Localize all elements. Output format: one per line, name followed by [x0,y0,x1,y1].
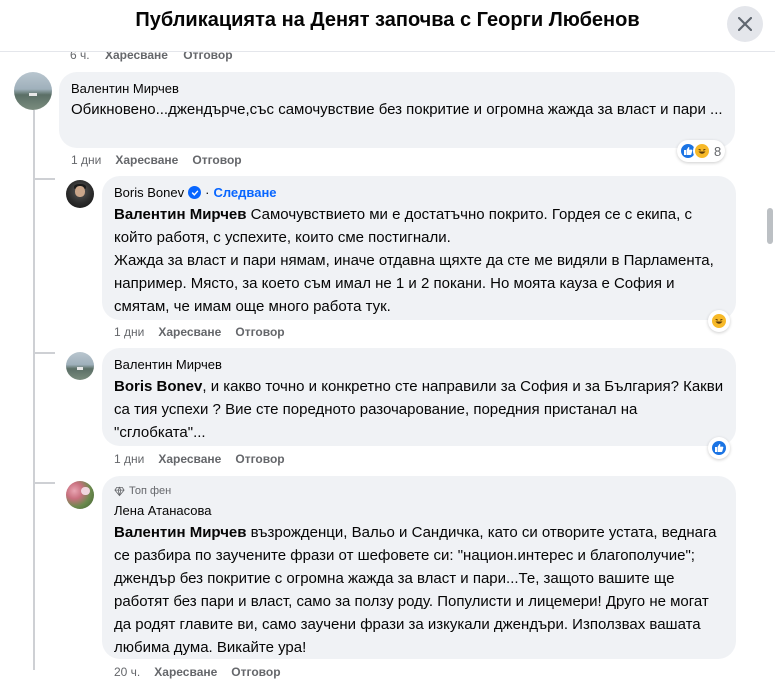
comment-author[interactable]: Boris Bonev [114,184,184,201]
haha-icon [693,142,711,160]
comment-text: Валентин Мирчев Самочувствието ми е дост… [114,203,724,318]
close-button[interactable] [727,6,763,42]
avatar[interactable] [66,352,94,380]
comment-time[interactable]: 1 дни [71,153,101,167]
comment-text: Обикновено...джендърче,със самочувствие … [71,101,723,118]
comment-actions: 20 ч. Харесване Отговор [114,665,281,679]
avatar[interactable] [14,72,52,110]
comment-text: Валентин Мирчев възрожденци, Вальо и Сан… [114,521,724,659]
mention-link[interactable]: Валентин Мирчев [114,206,246,223]
reactions-summary[interactable] [708,310,730,332]
dialog-header: Публикацията на Денят започва с Георги Л… [0,0,775,52]
reply-button[interactable]: Отговор [192,153,241,167]
comment-author[interactable]: Лена Атанасова [114,502,724,519]
thread-line [33,178,55,180]
comment-text-part: възрожденци, Вальо и Сандичка, като си о… [114,524,717,656]
comment-time[interactable]: 1 дни [114,325,144,339]
like-button[interactable]: Харесване [154,665,217,679]
like-icon [710,439,728,457]
verified-badge-icon [188,186,202,199]
top-fan-badge: Топ фен [114,484,724,498]
like-button[interactable]: Харесване [115,153,178,167]
comment-text-part: , и какво точно и конкретно сте направил… [114,378,724,441]
comment-author-row: Boris Bonev · Следване [114,184,724,201]
reactions-summary[interactable]: 8 [677,140,726,162]
comment-time[interactable]: 1 дни [114,452,144,466]
comment-bubble: Валентин Мирчев Обикновено...джендърче,с… [59,72,735,148]
comment-time[interactable]: 20 ч. [114,665,140,679]
mention-link[interactable]: Валентин Мирчев [114,524,246,541]
avatar[interactable] [66,481,94,509]
close-icon [738,17,752,31]
top-fan-label: Топ фен [129,485,172,497]
like-button[interactable]: Харесване [158,452,221,466]
thread-line [33,352,55,354]
follow-button[interactable]: Следване [213,184,276,201]
haha-icon [710,312,728,330]
thread-line [33,110,35,670]
like-button[interactable]: Харесване [158,325,221,339]
dialog-title: Публикацията на Денят започва с Георги Л… [135,9,640,31]
reactions-summary[interactable] [708,437,730,459]
reaction-count: 8 [714,143,722,159]
comment-text-part: Жажда за власт и пари нямам, иначе отдав… [114,252,714,315]
comment-author[interactable]: Валентин Мирчев [71,80,723,97]
thread-line [33,482,55,484]
reply-button[interactable]: Отговор [235,452,284,466]
mention-link[interactable]: Boris Bonev [114,378,202,395]
comment-actions: 1 дни Харесване Отговор [114,452,285,466]
scrollbar-thumb[interactable] [767,208,773,244]
comment-text: Boris Bonev, и какво точно и конкретно с… [114,375,724,444]
comment-actions: 1 дни Харесване Отговор [114,325,285,339]
reply-button[interactable]: Отговор [231,665,280,679]
separator-dot: · [205,185,210,200]
comment-author[interactable]: Валентин Мирчев [114,356,724,373]
reply-button[interactable]: Отговор [235,325,284,339]
diamond-icon [114,485,125,496]
comment-actions: 1 дни Харесване Отговор [71,153,242,167]
comment-bubble: Boris Bonev · Следване Валентин Мирчев С… [102,176,736,320]
comment-bubble: Валентин Мирчев Boris Bonev, и какво точ… [102,348,736,446]
avatar[interactable] [66,180,94,208]
comment-bubble: Топ фен Лена Атанасова Валентин Мирчев в… [102,476,736,659]
